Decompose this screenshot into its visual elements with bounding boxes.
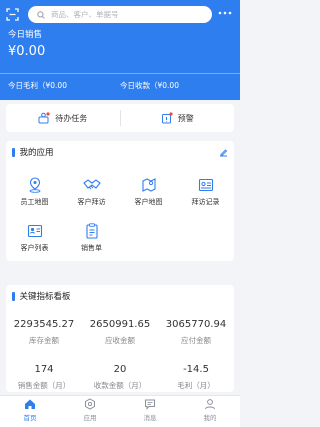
tab-label: 首页 [23, 414, 37, 422]
tab-label: 消息 [143, 414, 157, 422]
kpi-value: 20 [113, 364, 127, 375]
today-sales-value: ¥0.00 [8, 44, 46, 59]
today-profit: 今日毛利（¥0.00 [8, 81, 67, 90]
kpi-item[interactable]: 20 收款金额（月） [82, 364, 158, 391]
kpi-label: 收款金额（月） [93, 381, 147, 390]
kpi-label: 应收金额 [105, 336, 135, 345]
my-apps-card: 我的应用 员工地图 客户拜访 客户地图 拜访记录 客户列表 销售单 [6, 141, 234, 261]
kpi-title: 关键指标看板 [19, 292, 71, 302]
sales-order-icon [85, 223, 98, 239]
user-icon [205, 399, 215, 410]
more-icon[interactable] [218, 9, 234, 17]
tab-label: 我的 [203, 414, 217, 422]
tab-label: 应用 [83, 414, 97, 422]
apps-icon [85, 398, 95, 410]
bottom-tab-bar: 首页 应用 消息 我的 [0, 395, 240, 427]
app-customer-visit[interactable]: 客户拜访 [63, 177, 120, 207]
alert-button[interactable]: 预警 [121, 112, 235, 124]
kpi-value: 3065770.94 [165, 319, 227, 330]
visit-record-icon [198, 178, 213, 192]
section-title: 关键指标看板 [6, 285, 71, 307]
customer-map-icon [141, 178, 156, 192]
kpi-label: 毛利（月） [177, 381, 215, 390]
scan-icon[interactable] [6, 8, 19, 21]
kpi-item[interactable]: 3065770.94 应付金额 [158, 319, 234, 346]
app-label: 员工地图 [20, 198, 49, 206]
app-sales-order[interactable]: 销售单 [63, 223, 120, 253]
app-customer-list[interactable]: 客户列表 [6, 223, 63, 253]
kpi-value: 174 [34, 364, 54, 375]
divider [0, 73, 240, 74]
todo-button[interactable]: 待办任务 [6, 112, 120, 124]
app-customer-map[interactable]: 客户地图 [120, 177, 177, 207]
search-icon [37, 10, 45, 19]
app-visit-record[interactable]: 拜访记录 [177, 177, 234, 207]
alert-icon [161, 112, 173, 124]
todo-label: 待办任务 [55, 113, 88, 123]
tab-profile[interactable]: 我的 [180, 398, 240, 422]
tab-apps[interactable]: 应用 [60, 398, 120, 422]
kpi-item[interactable]: 2650991.65 应收金额 [82, 319, 158, 346]
header-banner: 商品、客户、单据号 今日销售 ¥0.00 今日毛利（¥0.00 今日收款（¥0.… [0, 0, 240, 100]
kpi-item[interactable]: 174 销售金额（月） [6, 364, 82, 391]
app-label: 客户列表 [20, 244, 49, 252]
todo-icon [38, 112, 50, 124]
kpi-board-card: 关键指标看板 2293545.27 库存金额 2650991.65 应收金额 3… [6, 285, 234, 392]
title-accent-bar [12, 147, 15, 157]
search-input[interactable]: 商品、客户、单据号 [28, 6, 212, 23]
map-pin-icon [29, 177, 40, 193]
kpi-value: 2650991.65 [89, 319, 151, 330]
today-sales-label: 今日销售 [8, 30, 43, 40]
alert-label: 预警 [177, 113, 194, 123]
kpi-label: 应付金额 [181, 336, 211, 345]
app-employee-map[interactable]: 员工地图 [6, 177, 63, 207]
apps-title: 我的应用 [19, 148, 54, 158]
handshake-icon [82, 179, 101, 190]
section-title: 我的应用 [6, 141, 54, 163]
search-placeholder: 商品、客户、单据号 [51, 10, 119, 19]
kpi-item[interactable]: 2293545.27 库存金额 [6, 319, 82, 346]
app-label: 客户地图 [134, 198, 163, 206]
app-label: 拜访记录 [191, 198, 220, 206]
today-receipt: 今日收款（¥0.00 [120, 81, 179, 90]
home-icon [25, 399, 35, 409]
kpi-value: 2293545.27 [13, 319, 75, 330]
kpi-item[interactable]: -14.5 毛利（月） [158, 364, 234, 391]
message-icon [145, 399, 155, 410]
quick-actions-card: 待办任务 预警 [6, 104, 234, 132]
tab-home[interactable]: 首页 [0, 398, 60, 422]
kpi-label: 库存金额 [29, 336, 59, 345]
tab-messages[interactable]: 消息 [120, 398, 180, 422]
app-label: 客户拜访 [77, 198, 106, 206]
app-label: 销售单 [81, 244, 102, 252]
kpi-label: 销售金额（月） [17, 381, 71, 390]
edit-icon[interactable] [219, 148, 228, 157]
title-accent-bar [12, 291, 15, 301]
customer-list-icon [27, 224, 42, 238]
kpi-value: -14.5 [183, 364, 209, 375]
